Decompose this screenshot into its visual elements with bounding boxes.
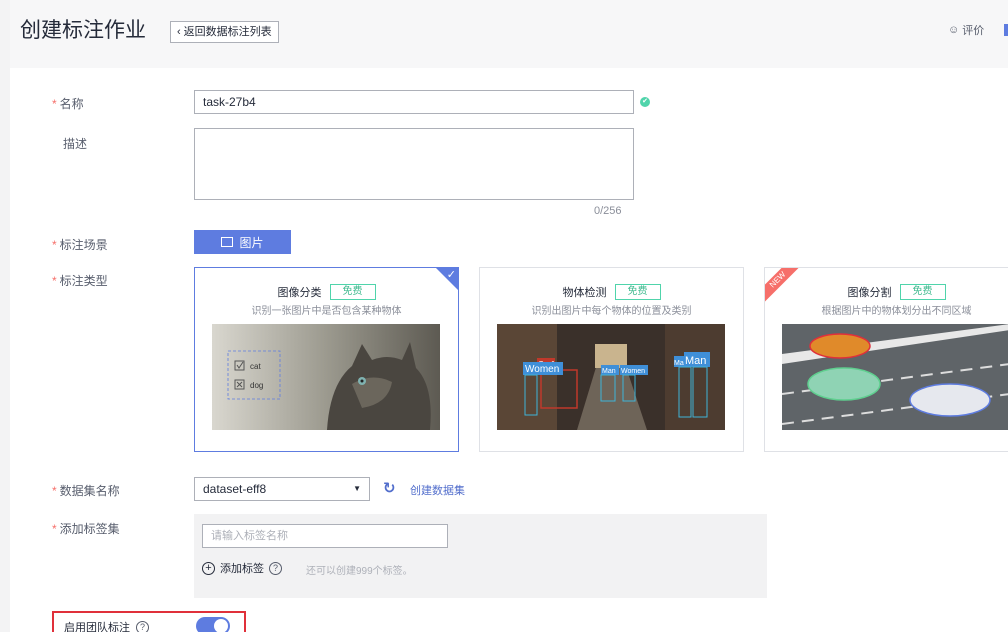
name-input[interactable]: task-27b4	[194, 90, 634, 114]
dataset-select[interactable]: dataset-eff8 ▼	[194, 477, 370, 501]
scene-button-label: 图片	[239, 235, 264, 250]
dataset-label: * 数据集名称	[52, 484, 120, 498]
page-title: 创建标注作业	[20, 19, 146, 42]
bbox-label: Ma	[674, 360, 684, 367]
type-label: * 标注类型	[52, 274, 108, 288]
feedback-tab[interactable]	[1004, 24, 1008, 36]
add-tag-button[interactable]: + 添加标签 ?	[202, 560, 282, 576]
team-annotation-row: 启用团队标注 ?	[52, 611, 246, 632]
option-dog: dog	[250, 381, 263, 390]
check-icon: ✓	[446, 269, 456, 281]
cat-image: cat dog	[212, 324, 440, 430]
bbox-label: Man	[685, 355, 706, 367]
tags-remaining-text: 还可以创建999个标签。	[306, 566, 413, 577]
bbox-label: Women	[621, 368, 645, 375]
tags-label: * 添加标签集	[52, 522, 120, 536]
card-title: 图像分割	[847, 287, 892, 299]
description-counter: 0/256	[594, 205, 622, 217]
page-header	[0, 0, 1008, 68]
rate-label: 评价	[962, 25, 985, 37]
free-badge: 免费	[329, 284, 376, 300]
card-desc: 根据图片中的物体划分出不同区域	[821, 306, 972, 317]
option-cat: cat	[250, 362, 261, 371]
tag-name-input[interactable]: 请输入标签名称	[202, 524, 448, 548]
card-title: 图像分类	[277, 287, 322, 299]
bbox-label: Women	[525, 364, 559, 375]
team-annotation-toggle[interactable]	[196, 617, 230, 632]
tag-panel: 请输入标签名称 + 添加标签 ? 还可以创建999个标签。	[194, 514, 767, 598]
plus-circle-icon: +	[202, 561, 215, 575]
bbox-label: Man	[602, 368, 616, 375]
dataset-value: dataset-eff8	[203, 482, 267, 496]
chevron-left-icon: ‹	[177, 26, 181, 38]
type-card-classification[interactable]: 图像分类 免费 识别一张图片中是否包含某种物体 cat dog ✓	[194, 267, 459, 452]
check-circle-icon: ✔	[640, 97, 650, 107]
scene-image-button[interactable]: 图片	[194, 230, 291, 254]
left-strip	[0, 0, 10, 632]
back-button-label: 返回数据标注列表	[183, 26, 272, 38]
description-textarea[interactable]	[194, 128, 634, 200]
card-desc: 识别一张图片中是否包含某种物体	[251, 306, 402, 317]
type-card-detection[interactable]: 物体检测免费 识别出图片中每个物体的位置及类别 Car1 Women Man W…	[479, 267, 744, 452]
road-image	[782, 324, 1008, 430]
card-title: 物体检测	[562, 287, 607, 299]
caret-down-icon: ▼	[353, 484, 361, 493]
free-badge: 免费	[614, 284, 661, 300]
type-card-segmentation[interactable]: 图像分割 免费 根据图片中的物体划分出不同区域 NEW	[764, 267, 1008, 452]
scene-label: * 标注场景	[52, 238, 108, 252]
card-desc: 识别出图片中每个物体的位置及类别	[531, 306, 692, 317]
free-badge: 免费	[899, 284, 946, 300]
description-label: 描述	[63, 137, 88, 151]
toggle-knob	[214, 619, 228, 632]
smile-icon: ☺	[948, 24, 960, 36]
team-label: 启用团队标注	[64, 622, 130, 632]
name-label: * 名称	[52, 97, 84, 111]
refresh-icon[interactable]: ↻	[383, 479, 396, 497]
street-image: Car1 Women Man Women Ma Man	[497, 324, 725, 430]
help-icon[interactable]: ?	[269, 561, 282, 575]
back-to-list-button[interactable]: ‹ 返回数据标注列表	[170, 21, 279, 43]
rate-link[interactable]: ☺ 评价	[948, 22, 984, 38]
image-icon	[221, 237, 234, 247]
add-tag-label: 添加标签	[220, 563, 264, 575]
help-icon[interactable]: ?	[136, 620, 149, 632]
create-dataset-link[interactable]: 创建数据集	[410, 482, 465, 498]
